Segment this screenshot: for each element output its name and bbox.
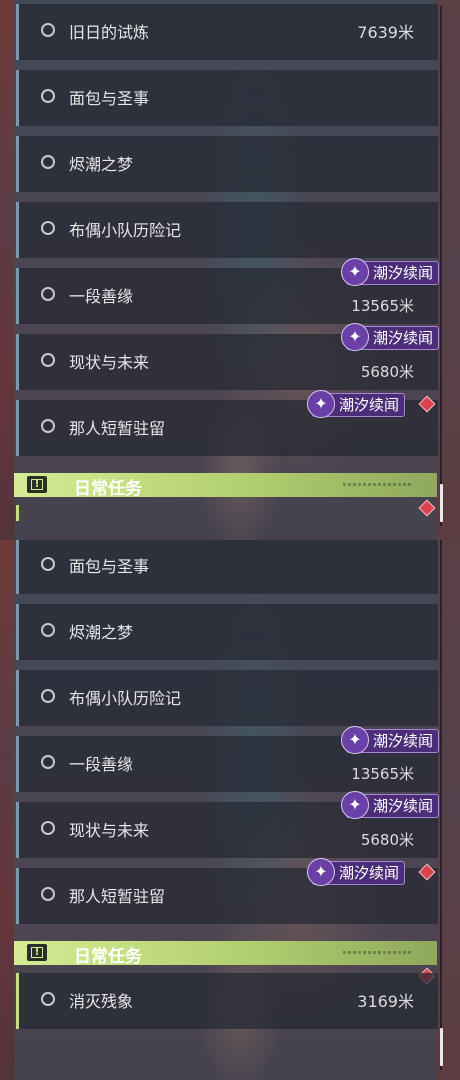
quest-name: 布偶小队历险记 bbox=[69, 221, 182, 240]
quest-distance: 5680米 bbox=[360, 831, 414, 849]
radio-unselected-icon[interactable] bbox=[41, 221, 55, 235]
section-title: 日常任务 bbox=[74, 947, 142, 967]
exclamation-icon: ! bbox=[27, 476, 47, 493]
daily-quests-header[interactable]: ! 日常任务 bbox=[14, 941, 437, 967]
quest-row[interactable]: 烬潮之梦 bbox=[16, 604, 438, 660]
quest-distance: 13565米 bbox=[351, 297, 414, 315]
quest-row[interactable]: 面包与圣事 bbox=[16, 70, 438, 126]
quest-distance: 3169米 bbox=[357, 992, 414, 1011]
radio-unselected-icon[interactable] bbox=[41, 353, 55, 367]
radio-unselected-icon[interactable] bbox=[41, 887, 55, 901]
tidal-tag: ✦ 潮汐续闻 bbox=[341, 791, 440, 819]
tidal-tag: ✦ 潮汐续闻 bbox=[341, 258, 440, 286]
daily-quests-header[interactable]: ! 日常任务 bbox=[14, 473, 437, 499]
scrollbar-thumb[interactable] bbox=[440, 1028, 443, 1066]
quest-row[interactable]: 旧日的试炼 7639米 bbox=[16, 4, 438, 60]
radio-unselected-icon[interactable] bbox=[41, 689, 55, 703]
radio-unselected-icon[interactable] bbox=[41, 155, 55, 169]
quest-name: 面包与圣事 bbox=[69, 557, 150, 576]
tidal-tag: ✦ 潮汐续闻 bbox=[341, 323, 440, 351]
tidal-tag: ✦ 潮汐续闻 bbox=[307, 390, 406, 418]
daily-quest-row[interactable]: 消灭残象 3169米 bbox=[16, 973, 438, 1029]
daily-accent-bar bbox=[16, 505, 19, 521]
quest-distance: 13565米 bbox=[351, 765, 414, 783]
quest-name: 那人短暂驻留 bbox=[69, 887, 166, 906]
tag-label: 潮汐续闻 bbox=[339, 396, 400, 414]
tag-label: 潮汐续闻 bbox=[373, 732, 434, 750]
header-decoration bbox=[343, 951, 413, 954]
radio-unselected-icon[interactable] bbox=[41, 287, 55, 301]
tidal-sparkle-icon: ✦ bbox=[341, 258, 369, 286]
tidal-tag: ✦ 潮汐续闻 bbox=[307, 858, 406, 886]
tidal-sparkle-icon: ✦ bbox=[341, 791, 369, 819]
radio-unselected-icon[interactable] bbox=[41, 821, 55, 835]
quest-name: 现状与未来 bbox=[69, 353, 150, 372]
header-decoration bbox=[343, 483, 413, 486]
tag-label: 潮汐续闻 bbox=[373, 329, 434, 347]
quest-name: 消灭残象 bbox=[69, 992, 134, 1011]
section-title: 日常任务 bbox=[74, 479, 142, 499]
quest-name: 烬潮之梦 bbox=[69, 623, 134, 642]
radio-unselected-icon[interactable] bbox=[41, 89, 55, 103]
radio-unselected-icon[interactable] bbox=[41, 557, 55, 571]
quest-name: 旧日的试炼 bbox=[69, 23, 150, 42]
radio-unselected-icon[interactable] bbox=[41, 419, 55, 433]
scrollbar-track[interactable] bbox=[440, 540, 442, 1070]
quest-row[interactable]: 面包与圣事 bbox=[16, 540, 438, 594]
quest-row[interactable]: 布偶小队历险记 bbox=[16, 670, 438, 726]
tidal-tag: ✦ 潮汐续闻 bbox=[341, 726, 440, 754]
tag-label: 潮汐续闻 bbox=[339, 864, 400, 882]
quest-distance: 7639米 bbox=[357, 23, 414, 42]
quest-name: 面包与圣事 bbox=[69, 89, 150, 108]
radio-unselected-icon[interactable] bbox=[41, 992, 55, 1006]
quest-row[interactable]: 布偶小队历险记 bbox=[16, 202, 438, 258]
tidal-sparkle-icon: ✦ bbox=[341, 323, 369, 351]
radio-unselected-icon[interactable] bbox=[41, 755, 55, 769]
scrollbar-track[interactable] bbox=[440, 6, 442, 526]
quest-panel-top: 旧日的试炼 7639米 面包与圣事 烬潮之梦 布偶小队历险记 一段善缘 1356… bbox=[0, 0, 460, 540]
scrollbar-thumb[interactable] bbox=[440, 484, 443, 522]
quest-name: 一段善缘 bbox=[69, 755, 134, 774]
quest-name: 烬潮之梦 bbox=[69, 155, 134, 174]
tidal-sparkle-icon: ✦ bbox=[341, 726, 369, 754]
radio-unselected-icon[interactable] bbox=[41, 23, 55, 37]
quest-name: 那人短暂驻留 bbox=[69, 419, 166, 438]
exclamation-icon: ! bbox=[27, 944, 47, 961]
quest-name: 布偶小队历险记 bbox=[69, 689, 182, 708]
quest-name: 现状与未来 bbox=[69, 821, 150, 840]
radio-unselected-icon[interactable] bbox=[41, 623, 55, 637]
tag-label: 潮汐续闻 bbox=[373, 264, 434, 282]
tag-label: 潮汐续闻 bbox=[373, 797, 434, 815]
quest-name: 一段善缘 bbox=[69, 287, 134, 306]
tidal-sparkle-icon: ✦ bbox=[307, 390, 335, 418]
quest-panel-bottom: 面包与圣事 烬潮之梦 布偶小队历险记 一段善缘 13565米 现状与未来 568… bbox=[0, 540, 460, 1080]
tidal-sparkle-icon: ✦ bbox=[307, 858, 335, 886]
quest-row[interactable]: 烬潮之梦 bbox=[16, 136, 438, 192]
quest-distance: 5680米 bbox=[360, 363, 414, 381]
